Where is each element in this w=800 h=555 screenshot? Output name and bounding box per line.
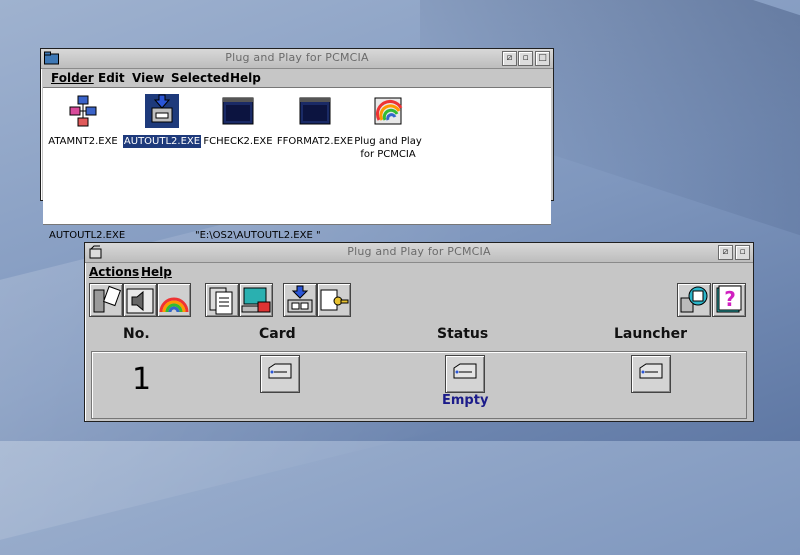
hide-button[interactable]: ⧄ — [718, 245, 733, 260]
rainbow-icon — [159, 297, 189, 313]
rainbow-folder-icon — [374, 97, 403, 125]
restore-button[interactable]: ▫ — [518, 51, 533, 66]
pcmcia-card-icon — [268, 363, 292, 379]
documents-icon — [209, 287, 233, 315]
title-bar[interactable]: Plug and Play for PCMCIA ⧄ ▫ — [85, 243, 753, 263]
terminal-window-icon — [299, 97, 331, 125]
status-card-button[interactable] — [445, 355, 485, 393]
file-label: AUTOUTL2.EXE — [122, 135, 202, 148]
key-button[interactable] — [317, 283, 351, 317]
settings-button[interactable] — [677, 283, 711, 317]
window-title: Plug and Play for PCMCIA — [225, 51, 369, 64]
help-button[interactable]: ? — [712, 283, 746, 317]
card-info-icon — [93, 285, 122, 313]
file-icon-atamnt2[interactable]: ATAMNT2.EXE — [38, 94, 128, 148]
menu-edit[interactable]: Edit — [98, 71, 125, 85]
folder-window: Plug and Play for PCMCIA ⧄ ▫ □ Folder Ed… — [40, 48, 554, 241]
maximize-button[interactable]: □ — [535, 51, 550, 66]
computer-button[interactable] — [239, 283, 273, 317]
toolbar: ? — [87, 281, 751, 321]
file-label: Plug and Play for PCMCIA — [354, 136, 422, 160]
status-selected-name: AUTOUTL2.EXE — [49, 230, 126, 241]
key-icon — [320, 289, 349, 311]
launcher-button[interactable] — [631, 355, 671, 393]
card-info-button[interactable] — [89, 283, 123, 317]
restore-button[interactable]: ▫ — [735, 245, 750, 260]
monitor-settings-icon — [680, 286, 708, 313]
hide-button[interactable]: ⧄ — [502, 51, 517, 66]
column-header-launcher: Launcher — [614, 326, 687, 342]
menu-help[interactable]: Help — [141, 265, 172, 279]
file-label: ATAMNT2.EXE — [48, 136, 118, 147]
pnp-window: Plug and Play for PCMCIA ⧄ ▫ Actions Hel… — [84, 242, 754, 422]
rainbow-button[interactable] — [157, 283, 191, 317]
menu-view[interactable]: View — [132, 71, 164, 85]
terminal-window-icon — [222, 97, 254, 125]
menu-actions[interactable]: Actions — [89, 265, 139, 279]
download-button[interactable] — [283, 283, 317, 317]
speaker-icon — [126, 288, 154, 314]
title-bar[interactable]: Plug and Play for PCMCIA ⧄ ▫ □ — [41, 49, 553, 69]
slot-status: Empty — [442, 393, 489, 408]
card-button[interactable] — [260, 355, 300, 393]
file-icon-plug-and-play[interactable]: Plug and Play for PCMCIA — [343, 94, 433, 161]
network-blocks-icon — [69, 95, 97, 127]
status-selected-path: "E:\OS2\AUTOUTL2.EXE " — [195, 230, 321, 241]
pcmcia-card-icon — [639, 363, 663, 379]
sound-button[interactable] — [123, 283, 157, 317]
column-header-status: Status — [437, 326, 489, 342]
column-header-no: No. — [123, 326, 150, 342]
file-label: FCHECK2.EXE — [203, 136, 273, 147]
menu-bar: Folder Edit View Selected Help — [42, 69, 552, 87]
window-title: Plug and Play for PCMCIA — [347, 245, 491, 258]
pcmcia-card-icon — [453, 363, 477, 379]
menu-selected[interactable]: Selected — [171, 71, 230, 85]
slot-number: 1 — [132, 362, 152, 397]
slot-row: 1 Empty — [91, 351, 747, 419]
svg-text:?: ? — [724, 287, 736, 311]
menu-folder[interactable]: Folder — [51, 71, 94, 85]
help-icon: ? — [716, 285, 742, 313]
column-header-card: Card — [259, 326, 296, 342]
list-view-button[interactable] — [205, 283, 239, 317]
download-card-icon — [145, 94, 179, 128]
menu-bar: Actions Help — [86, 263, 752, 281]
computer-icon — [241, 287, 271, 313]
download-card-icon — [287, 285, 313, 313]
folder-contents: ATAMNT2.EXE AUTOUTL2.EXE FCHECK2.EXE FFO… — [43, 87, 551, 225]
menu-help[interactable]: Help — [230, 71, 261, 85]
